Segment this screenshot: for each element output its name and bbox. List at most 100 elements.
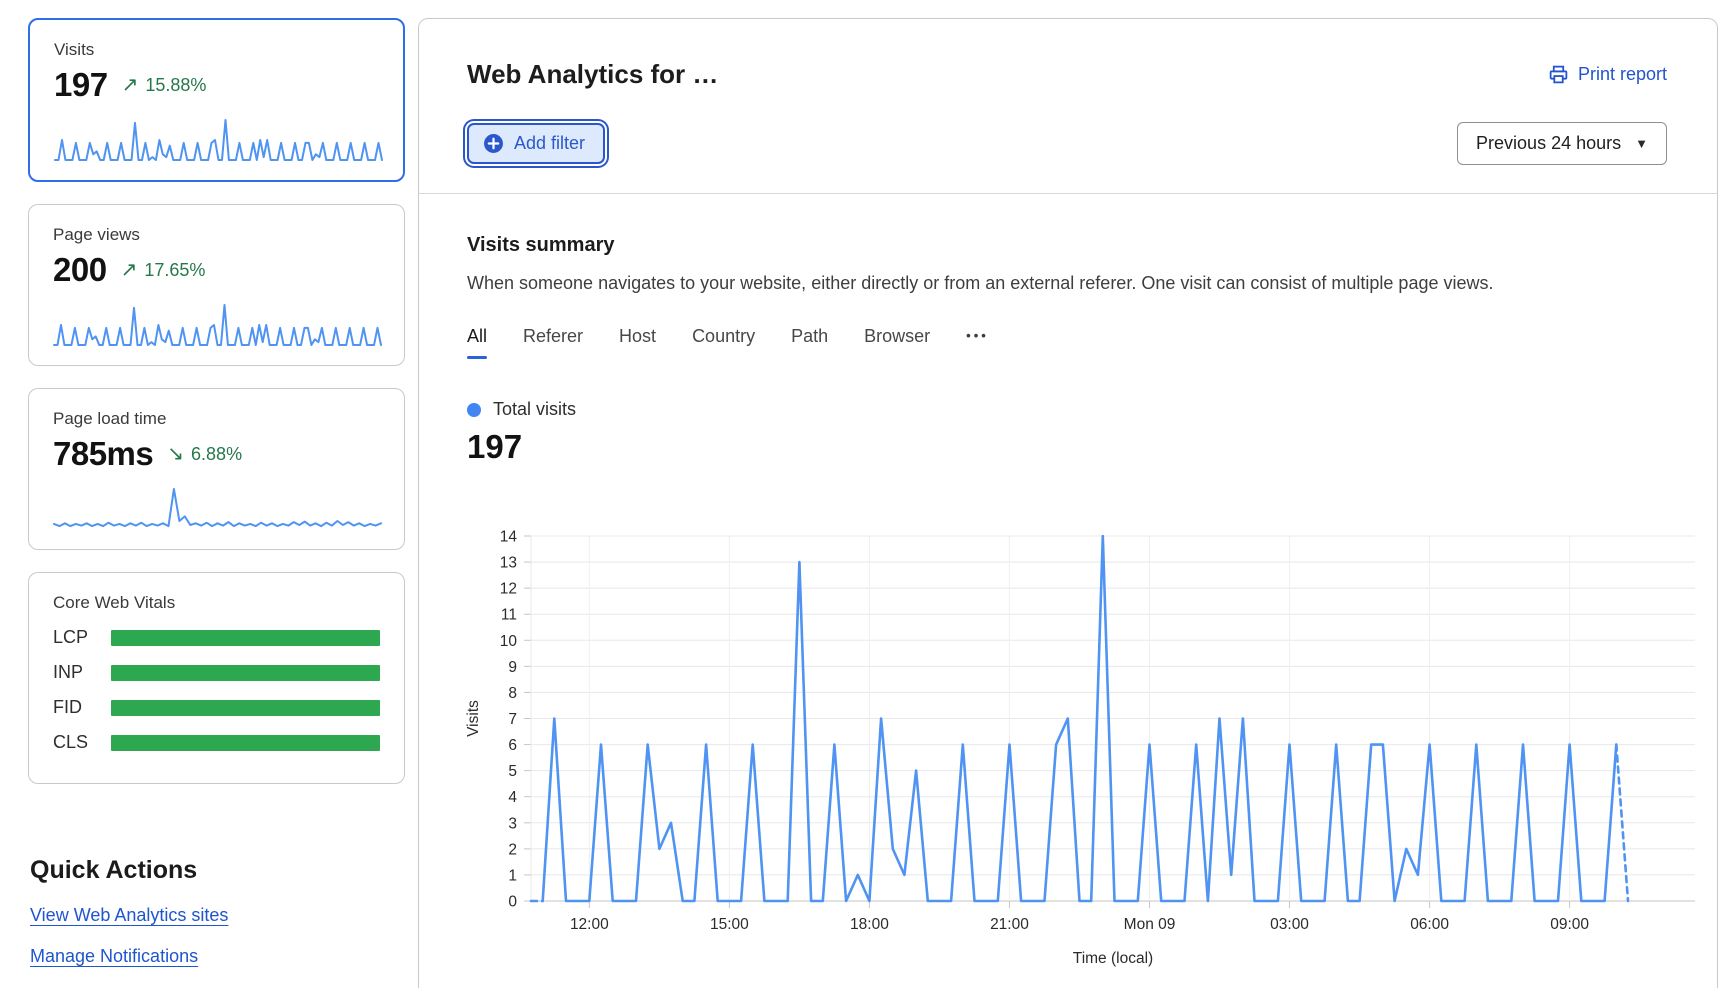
- svg-text:09:00: 09:00: [1550, 916, 1589, 933]
- metric-title: Page views: [53, 225, 380, 245]
- svg-text:3: 3: [508, 815, 517, 832]
- section-description: When someone navigates to your website, …: [467, 273, 1667, 294]
- svg-text:5: 5: [508, 763, 517, 780]
- time-range-label: Previous 24 hours: [1476, 133, 1621, 154]
- tab-path[interactable]: Path: [791, 326, 828, 351]
- svg-text:11: 11: [501, 607, 517, 624]
- page-load-sparkline: [53, 485, 382, 533]
- metric-title: Page load time: [53, 409, 380, 429]
- plus-circle-icon: [483, 133, 504, 154]
- section-title: Visits summary: [467, 234, 1667, 257]
- visits-sparkline: [54, 116, 383, 164]
- cwv-bar-good: [111, 630, 380, 646]
- svg-text:18:00: 18:00: [850, 916, 889, 933]
- svg-text:06:00: 06:00: [1410, 916, 1449, 933]
- page-title: Web Analytics for …: [467, 59, 718, 90]
- trend-percent: 17.65%: [144, 260, 205, 281]
- web-analytics-page: Visits 197 ↗ 15.88% Page views 200 ↗ 17.…: [0, 0, 1730, 988]
- tab-referer[interactable]: Referer: [523, 326, 583, 351]
- time-range-dropdown[interactable]: Previous 24 hours ▼: [1457, 122, 1667, 165]
- svg-text:2: 2: [508, 841, 517, 858]
- trend-down-icon: ↘: [167, 444, 184, 464]
- svg-text:12:00: 12:00: [570, 916, 609, 933]
- cwv-label: FID: [53, 697, 111, 718]
- svg-text:12: 12: [500, 581, 517, 598]
- svg-text:10: 10: [500, 633, 518, 650]
- trend-up-icon: ↗: [122, 75, 139, 95]
- svg-text:Mon 09: Mon 09: [1124, 916, 1176, 933]
- chevron-down-icon: ▼: [1635, 136, 1648, 151]
- more-tabs-button[interactable]: •••: [966, 328, 989, 349]
- metric-card-page-load-time[interactable]: Page load time 785ms ↘ 6.88%: [28, 388, 405, 550]
- tab-all[interactable]: All: [467, 326, 487, 351]
- cwv-row-inp: INP: [53, 662, 380, 683]
- trend-up-icon: ↗: [121, 260, 138, 280]
- trend-badge: ↘ 6.88%: [167, 444, 242, 465]
- svg-text:21:00: 21:00: [990, 916, 1029, 933]
- svg-text:7: 7: [508, 711, 517, 728]
- svg-text:1: 1: [508, 867, 517, 884]
- cwv-bar-good: [111, 700, 380, 716]
- core-web-vitals-title: Core Web Vitals: [53, 593, 380, 613]
- metric-value-row: 197 ↗ 15.88%: [54, 66, 379, 104]
- printer-icon: [1548, 64, 1569, 85]
- metric-value-row: 785ms ↘ 6.88%: [53, 435, 380, 473]
- svg-text:14: 14: [500, 529, 518, 546]
- tab-browser[interactable]: Browser: [864, 326, 930, 351]
- filter-row: Add filter Previous 24 hours ▼: [419, 122, 1717, 165]
- cwv-label: INP: [53, 662, 111, 683]
- svg-text:0: 0: [508, 894, 517, 911]
- legend-dot-icon: [467, 403, 481, 417]
- web-analytics-panel: Web Analytics for … Print report: [418, 18, 1718, 988]
- svg-text:15:00: 15:00: [710, 916, 749, 933]
- cwv-row-fid: FID: [53, 697, 380, 718]
- svg-text:9: 9: [508, 659, 517, 676]
- cwv-row-cls: CLS: [53, 732, 380, 753]
- svg-text:03:00: 03:00: [1270, 916, 1309, 933]
- core-web-vitals-rows: LCP INP FID CLS: [53, 627, 380, 753]
- quick-actions: Quick Actions View Web Analytics sites M…: [28, 856, 405, 988]
- chart-legend: Total visits: [467, 399, 1667, 420]
- page-views-sparkline: [53, 301, 382, 349]
- header-divider: [419, 193, 1717, 194]
- trend-badge: ↗ 17.65%: [121, 260, 206, 281]
- svg-text:8: 8: [508, 685, 517, 702]
- cwv-bar-good: [111, 665, 380, 681]
- metric-value: 785ms: [53, 435, 153, 473]
- tab-host[interactable]: Host: [619, 326, 656, 351]
- metric-value: 197: [54, 66, 108, 104]
- metric-title: Visits: [54, 40, 379, 60]
- metric-value: 200: [53, 251, 107, 289]
- svg-text:13: 13: [500, 555, 517, 572]
- core-web-vitals-card[interactable]: Core Web Vitals LCP INP FID CLS: [28, 572, 405, 784]
- trend-percent: 6.88%: [191, 444, 242, 465]
- cwv-label: CLS: [53, 732, 111, 753]
- print-report-link[interactable]: Print report: [1548, 64, 1667, 85]
- cwv-bar-good: [111, 735, 380, 751]
- trend-badge: ↗ 15.88%: [122, 75, 207, 96]
- metric-card-visits[interactable]: Visits 197 ↗ 15.88%: [28, 18, 405, 182]
- metric-card-page-views[interactable]: Page views 200 ↗ 17.65%: [28, 204, 405, 366]
- print-report-label: Print report: [1578, 64, 1667, 85]
- svg-text:Time (local): Time (local): [1073, 950, 1153, 967]
- tab-country[interactable]: Country: [692, 326, 755, 351]
- total-visits-value: 197: [467, 428, 1667, 466]
- metric-value-row: 200 ↗ 17.65%: [53, 251, 380, 289]
- add-filter-button[interactable]: Add filter: [467, 123, 605, 164]
- chart-container: 0123456789101112131412:0015:0018:0021:00…: [465, 522, 1667, 979]
- view-web-analytics-sites-link[interactable]: View Web Analytics sites: [30, 905, 228, 926]
- svg-text:6: 6: [508, 737, 517, 754]
- metrics-sidebar: Visits 197 ↗ 15.88% Page views 200 ↗ 17.…: [28, 18, 405, 988]
- svg-text:Visits: Visits: [465, 700, 482, 737]
- panel-header: Web Analytics for … Print report: [419, 19, 1717, 90]
- visits-summary-section: Visits summary When someone navigates to…: [419, 234, 1717, 979]
- legend-label: Total visits: [493, 399, 576, 420]
- trend-percent: 15.88%: [145, 75, 206, 96]
- dimension-tabs: All Referer Host Country Path Browser ••…: [467, 326, 1667, 351]
- quick-actions-title: Quick Actions: [30, 856, 405, 885]
- add-filter-label: Add filter: [514, 133, 585, 154]
- svg-text:4: 4: [508, 789, 517, 806]
- manage-notifications-link[interactable]: Manage Notifications: [30, 946, 198, 967]
- visits-chart: 0123456789101112131412:0015:0018:0021:00…: [465, 522, 1710, 974]
- cwv-row-lcp: LCP: [53, 627, 380, 648]
